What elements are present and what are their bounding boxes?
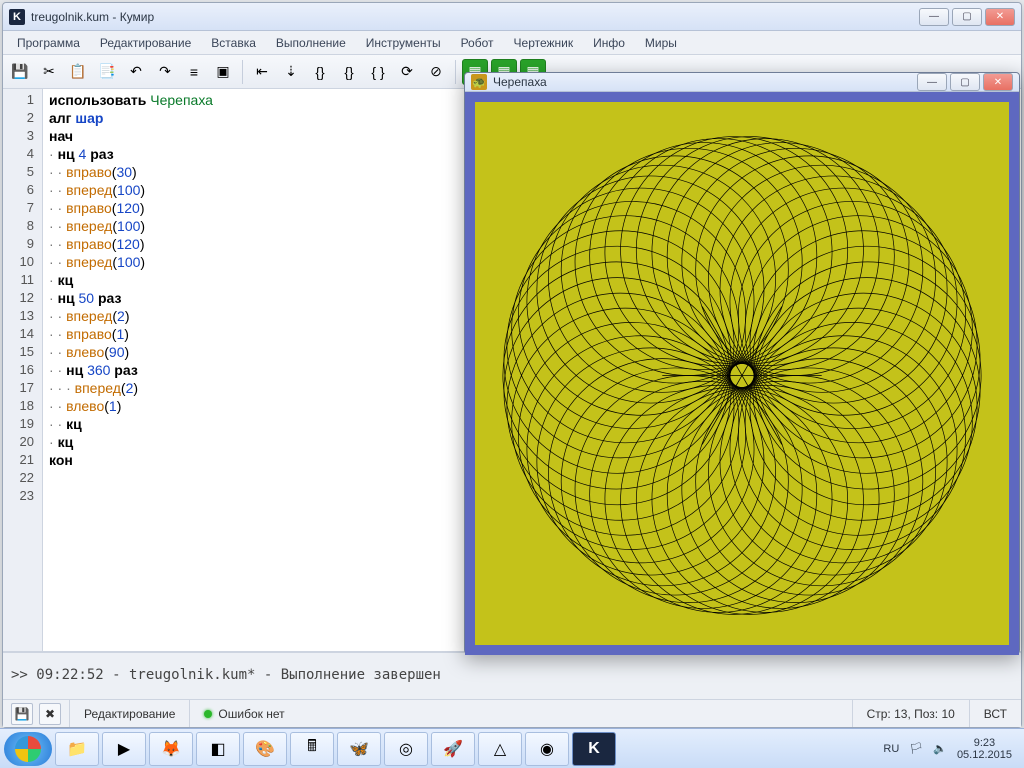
status-insert-mode: ВСТ bbox=[969, 700, 1021, 727]
turtle-minimize-button[interactable]: — bbox=[917, 73, 947, 91]
taskbar-explorer-icon[interactable]: 📁 bbox=[55, 732, 99, 766]
menu-миры[interactable]: Миры bbox=[635, 33, 687, 53]
taskbar-app-icon[interactable]: ◧ bbox=[196, 732, 240, 766]
menu-программа[interactable]: Программа bbox=[7, 33, 90, 53]
menu-инструменты[interactable]: Инструменты bbox=[356, 33, 451, 53]
toolbar-run-button[interactable]: ⇤ bbox=[249, 59, 275, 85]
window-title: treugolnik.kum - Кумир bbox=[31, 10, 154, 24]
taskbar-triangle-icon[interactable]: △ bbox=[478, 732, 522, 766]
taskbar[interactable]: 📁 ▶ 🦊 ◧ 🎨 🖩 🦋 ◎ 🚀 △ ◉ K RU 🏳 🔈 9:23 05.1… bbox=[0, 728, 1024, 768]
toolbar-button[interactable]: 💾 bbox=[7, 59, 33, 85]
line-gutter: 1234567891011121314151617181920212223 bbox=[3, 89, 43, 651]
taskbar-disc-icon[interactable]: ◎ bbox=[384, 732, 428, 766]
menu-вставка[interactable]: Вставка bbox=[201, 33, 266, 53]
toolbar-run-button[interactable]: {} bbox=[307, 59, 333, 85]
menu-чертежник[interactable]: Чертежник bbox=[504, 33, 584, 53]
close-button[interactable]: ✕ bbox=[985, 8, 1015, 26]
toolbar-run-button[interactable]: { } bbox=[365, 59, 391, 85]
save-icon[interactable]: 💾 bbox=[11, 703, 33, 725]
tray-flag-icon[interactable]: 🏳 bbox=[909, 742, 923, 755]
taskbar-kumir-icon[interactable]: K bbox=[572, 732, 616, 766]
taskbar-rocket-icon[interactable]: 🚀 bbox=[431, 732, 475, 766]
toolbar-run-button[interactable]: {} bbox=[336, 59, 362, 85]
toolbar-button[interactable]: 📑 bbox=[94, 59, 120, 85]
close-doc-icon[interactable]: ✖ bbox=[39, 703, 61, 725]
tray-clock[interactable]: 9:23 05.12.2015 bbox=[957, 737, 1012, 761]
taskbar-chrome-icon[interactable]: ◉ bbox=[525, 732, 569, 766]
turtle-window-title: Черепаха bbox=[493, 75, 547, 89]
toolbar-button[interactable]: ↷ bbox=[152, 59, 178, 85]
output-console[interactable]: >> 09:22:52 - treugolnik.kum* - Выполнен… bbox=[3, 651, 1021, 699]
menu-робот[interactable]: Робот bbox=[451, 33, 504, 53]
menu-выполнение[interactable]: Выполнение bbox=[266, 33, 356, 53]
toolbar-run-button[interactable]: ⟳ bbox=[394, 59, 420, 85]
turtle-titlebar[interactable]: 🐢 Черепаха — ▢ ✕ bbox=[465, 73, 1019, 92]
taskbar-paint-icon[interactable]: 🎨 bbox=[243, 732, 287, 766]
toolbar-button[interactable]: ✂ bbox=[36, 59, 62, 85]
turtle-canvas-frame bbox=[465, 92, 1019, 655]
status-errors: Ошибок нет bbox=[189, 700, 298, 727]
toolbar-button[interactable]: ↶ bbox=[123, 59, 149, 85]
status-mode: Редактирование bbox=[69, 700, 189, 727]
menu-инфо[interactable]: Инфо bbox=[583, 33, 635, 53]
turtle-window[interactable]: 🐢 Черепаха — ▢ ✕ bbox=[464, 72, 1020, 654]
ok-led-icon bbox=[204, 710, 212, 718]
status-position: Стр: 13, Поз: 10 bbox=[852, 700, 969, 727]
taskbar-firefox-icon[interactable]: 🦊 bbox=[149, 732, 193, 766]
windows-orb-icon bbox=[15, 736, 41, 762]
toolbar-button[interactable]: ≡ bbox=[181, 59, 207, 85]
menu-редактирование[interactable]: Редактирование bbox=[90, 33, 201, 53]
turtle-maximize-button[interactable]: ▢ bbox=[950, 73, 980, 91]
taskbar-wmp-icon[interactable]: ▶ bbox=[102, 732, 146, 766]
start-button[interactable] bbox=[4, 732, 52, 766]
taskbar-butterfly-icon[interactable]: 🦋 bbox=[337, 732, 381, 766]
status-bar: 💾 ✖ Редактирование Ошибок нет Стр: 13, П… bbox=[3, 699, 1021, 727]
main-titlebar[interactable]: K treugolnik.kum - Кумир — ▢ ✕ bbox=[3, 3, 1021, 31]
toolbar-run-button[interactable]: ⊘ bbox=[423, 59, 449, 85]
system-tray[interactable]: RU 🏳 🔈 9:23 05.12.2015 bbox=[875, 737, 1020, 761]
turtle-icon: 🐢 bbox=[471, 74, 487, 90]
tray-volume-icon[interactable]: 🔈 bbox=[933, 742, 947, 755]
tray-lang[interactable]: RU bbox=[883, 743, 899, 755]
minimize-button[interactable]: — bbox=[919, 8, 949, 26]
maximize-button[interactable]: ▢ bbox=[952, 8, 982, 26]
toolbar-run-button[interactable]: ⇣ bbox=[278, 59, 304, 85]
app-icon: K bbox=[9, 9, 25, 25]
turtle-close-button[interactable]: ✕ bbox=[983, 73, 1013, 91]
turtle-canvas bbox=[475, 102, 1009, 645]
taskbar-calc-icon[interactable]: 🖩 bbox=[290, 732, 334, 766]
toolbar-button[interactable]: 📋 bbox=[65, 59, 91, 85]
menu-bar: ПрограммаРедактированиеВставкаВыполнение… bbox=[3, 31, 1021, 55]
toolbar-button[interactable]: ▣ bbox=[210, 59, 236, 85]
